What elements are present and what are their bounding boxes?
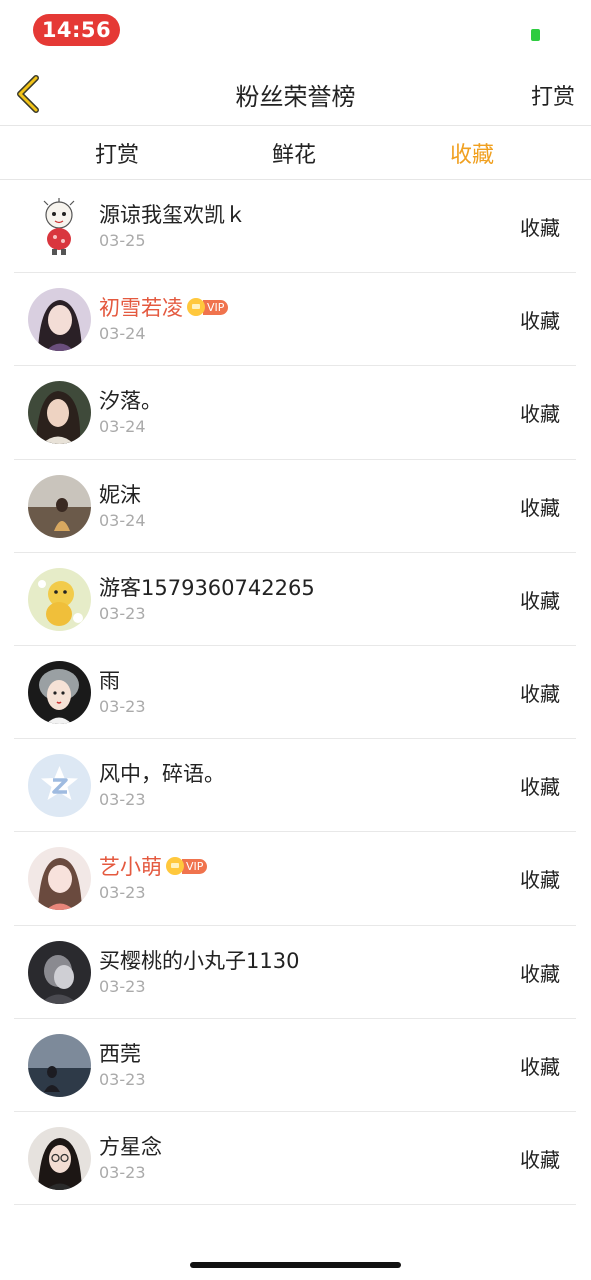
avatar	[28, 847, 91, 911]
fan-date: 03-25	[99, 231, 146, 250]
vip-badge: VIP	[187, 298, 229, 317]
fan-date: 03-24	[99, 417, 146, 437]
page-title: 粉丝荣誉榜	[235, 83, 356, 111]
fan-date: 03-23	[99, 976, 146, 996]
avatar	[28, 1126, 91, 1190]
fan-name: 方星念	[99, 1134, 162, 1159]
favorite-label: 收藏	[520, 681, 560, 706]
fan-name: 艺小萌	[99, 855, 162, 880]
list-item[interactable]: 初雪若凌 VIP 03-24 收藏	[14, 273, 576, 367]
fan-date: 03-23	[99, 1162, 146, 1182]
vip-badge: VIP	[166, 857, 208, 876]
fan-list: 源谅我玺欢凯ｋ 03-25 收藏 初雪若凌 VIP 03-24 收藏 汐落。 0…	[14, 180, 576, 1206]
tab-flowers[interactable]: 鲜花	[272, 137, 316, 169]
fan-date: 03-23	[99, 790, 146, 810]
favorite-label: 收藏	[520, 588, 560, 613]
vip-label: VIP	[203, 299, 229, 315]
avatar	[28, 195, 91, 258]
fan-name: 汐落。	[99, 389, 162, 414]
tab-bar: 打赏 鲜花 收藏	[0, 127, 591, 180]
status-time: 14:56	[33, 14, 120, 46]
avatar	[28, 940, 91, 1004]
avatar	[28, 474, 91, 538]
battery-icon	[531, 29, 540, 41]
list-item[interactable]: 妮沫 03-24 收藏	[14, 460, 576, 553]
fan-name: 妮沫	[99, 482, 141, 507]
fan-name: 买樱桃的小丸子1130	[99, 948, 300, 973]
list-item[interactable]: 游客1579360742265 03-23 收藏	[14, 553, 576, 646]
fan-date: 03-23	[99, 696, 146, 716]
favorite-label: 收藏	[520, 309, 560, 334]
status-bar: 14:56	[0, 0, 591, 60]
list-item[interactable]: 西莞 03-23 收藏	[14, 1019, 576, 1112]
tab-favorites[interactable]: 收藏	[450, 137, 494, 169]
favorite-label: 收藏	[520, 1054, 560, 1079]
favorite-label: 收藏	[520, 1147, 560, 1172]
list-item[interactable]: 雨 03-23 收藏	[14, 646, 576, 740]
avatar	[28, 288, 91, 352]
fan-name: 风中，碎语。	[99, 762, 225, 787]
list-item[interactable]: 风中，碎语。 03-23 收藏	[14, 739, 576, 833]
fan-name: 游客1579360742265	[99, 575, 315, 600]
favorite-label: 收藏	[520, 495, 560, 520]
fan-name: 源谅我玺欢凯ｋ	[99, 203, 246, 227]
tab-reward[interactable]: 打赏	[95, 137, 139, 169]
list-item[interactable]: 方星念 03-23 收藏	[14, 1112, 576, 1206]
list-item[interactable]: 艺小萌 VIP 03-23 收藏	[14, 832, 576, 926]
vip-label: VIP	[182, 858, 208, 874]
avatar	[28, 1033, 91, 1097]
fan-date: 03-23	[99, 1069, 146, 1089]
navigation-bar: 粉丝荣誉榜 打赏	[0, 62, 591, 126]
fan-date: 03-23	[99, 883, 146, 903]
list-item[interactable]: 买樱桃的小丸子1130 03-23 收藏	[14, 926, 576, 1019]
avatar	[28, 567, 91, 631]
fan-name: 初雪若凌	[99, 296, 183, 321]
favorite-label: 收藏	[520, 216, 560, 240]
list-item[interactable]: 源谅我玺欢凯ｋ 03-25 收藏	[14, 180, 576, 274]
avatar	[28, 381, 91, 445]
favorite-label: 收藏	[520, 961, 560, 986]
reward-button[interactable]: 打赏	[531, 79, 575, 111]
avatar	[28, 660, 91, 724]
list-item[interactable]: 汐落。 03-24 收藏	[14, 366, 576, 460]
home-indicator[interactable]	[190, 1262, 401, 1268]
fan-date: 03-24	[99, 510, 146, 530]
fan-name: 雨	[99, 668, 120, 693]
favorite-label: 收藏	[520, 775, 560, 800]
fan-name: 西莞	[99, 1041, 141, 1066]
fan-date: 03-23	[99, 603, 146, 623]
fan-date: 03-24	[99, 324, 146, 344]
favorite-label: 收藏	[520, 868, 560, 893]
avatar	[28, 754, 91, 818]
favorite-label: 收藏	[520, 402, 560, 427]
